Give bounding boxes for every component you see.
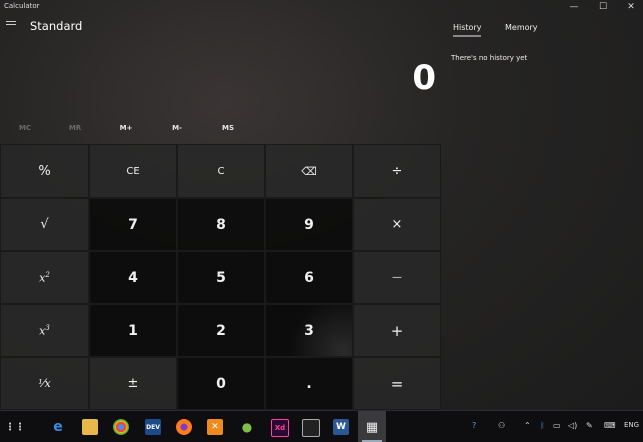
digit-6-button[interactable]: 6 <box>265 251 353 304</box>
firefox-icon[interactable] <box>176 419 192 435</box>
keypad: % CE C ⌫ ÷ √ 7 8 9 × x2 4 5 6 — x3 1 2 3… <box>0 144 441 410</box>
digit-3-button[interactable]: 3 <box>265 304 353 357</box>
keyboard-icon[interactable]: ⌨ <box>604 421 616 430</box>
network-icon[interactable]: ▭ <box>553 421 561 430</box>
digit-4-button[interactable]: 4 <box>89 251 177 304</box>
digit-8-button[interactable]: 8 <box>177 198 265 251</box>
multiply-button[interactable]: × <box>353 198 441 251</box>
dev-app-icon[interactable]: DEV <box>145 419 161 435</box>
memory-row: MC MR M+ M- MS <box>0 124 440 136</box>
clear-entry-button[interactable]: CE <box>89 144 177 198</box>
digit-9-button[interactable]: 9 <box>265 198 353 251</box>
word-icon[interactable]: W <box>333 419 349 435</box>
clear-button[interactable]: C <box>177 144 265 198</box>
pen-icon[interactable]: ✎ <box>586 421 593 430</box>
digit-2-button[interactable]: 2 <box>177 304 265 357</box>
android-icon[interactable]: ● <box>239 419 255 435</box>
cube-label: x3 <box>39 323 50 338</box>
backspace-button[interactable]: ⌫ <box>265 144 353 198</box>
digit-1-button[interactable]: 1 <box>89 304 177 357</box>
subtract-button[interactable]: — <box>353 251 441 304</box>
language-indicator[interactable]: ENG <box>624 421 639 429</box>
title-bar: Calculator — ☐ ✕ <box>0 0 643 14</box>
menu-icon[interactable] <box>6 21 16 29</box>
chevron-up-icon[interactable]: ⌃ <box>524 421 531 430</box>
bluetooth-icon[interactable]: ᛒ <box>540 421 545 430</box>
digit-5-button[interactable]: 5 <box>177 251 265 304</box>
reciprocal-button[interactable]: ¹⁄x <box>0 357 89 410</box>
terminal-icon[interactable] <box>302 419 320 437</box>
tab-history[interactable]: History <box>453 23 482 37</box>
decimal-button[interactable]: . <box>265 357 353 410</box>
history-empty-message: There's no history yet <box>451 54 528 62</box>
volume-icon[interactable]: ◁) <box>568 421 577 430</box>
file-explorer-icon[interactable] <box>82 419 98 435</box>
cube-button[interactable]: x3 <box>0 304 89 357</box>
task-view-icon[interactable]: ⋮⋮ <box>5 419 25 435</box>
window-title: Calculator <box>4 2 40 10</box>
equals-button[interactable]: = <box>353 357 441 410</box>
mc-button[interactable]: MC <box>10 124 40 132</box>
result-display: 0 <box>412 58 436 98</box>
close-button[interactable]: ✕ <box>623 1 639 13</box>
percent-button[interactable]: % <box>0 144 89 198</box>
backspace-icon: ⌫ <box>301 164 317 178</box>
negate-button[interactable]: ± <box>89 357 177 410</box>
digit-0-button[interactable]: 0 <box>177 357 265 410</box>
square-button[interactable]: x2 <box>0 251 89 304</box>
edge-icon[interactable]: e <box>50 419 66 435</box>
tab-memory[interactable]: Memory <box>505 23 538 32</box>
divide-button[interactable]: ÷ <box>353 144 441 198</box>
calculator-taskbar-button[interactable]: ▦ <box>358 411 386 442</box>
mminus-button[interactable]: M- <box>162 124 192 132</box>
mplus-button[interactable]: M+ <box>111 124 141 132</box>
history-panel: History Memory There's no history yet <box>441 14 643 410</box>
square-root-button[interactable]: √ <box>0 198 89 251</box>
mode-title: Standard <box>30 19 83 33</box>
calculator-window: Calculator — ☐ ✕ Standard 0 MC MR M+ M- … <box>0 0 643 410</box>
calculator-icon: ▦ <box>365 419 379 435</box>
taskbar: ⋮⋮ e DEV ✕ ● Xd W ▦ ? ⚇ ⌃ ᛒ ▭ ◁) ✎ ⌨ ENG <box>0 410 643 442</box>
mr-button[interactable]: MR <box>60 124 90 132</box>
help-icon[interactable]: ? <box>472 421 476 430</box>
adobe-xd-icon[interactable]: Xd <box>271 419 289 437</box>
add-button[interactable]: + <box>353 304 441 357</box>
people-icon[interactable]: ⚇ <box>498 421 505 430</box>
xampp-icon[interactable]: ✕ <box>207 419 223 435</box>
minimize-button[interactable]: — <box>566 1 582 13</box>
ms-button[interactable]: MS <box>213 124 243 132</box>
square-label: x2 <box>39 270 50 285</box>
chrome-icon[interactable] <box>113 419 129 435</box>
digit-7-button[interactable]: 7 <box>89 198 177 251</box>
maximize-button[interactable]: ☐ <box>595 1 611 13</box>
